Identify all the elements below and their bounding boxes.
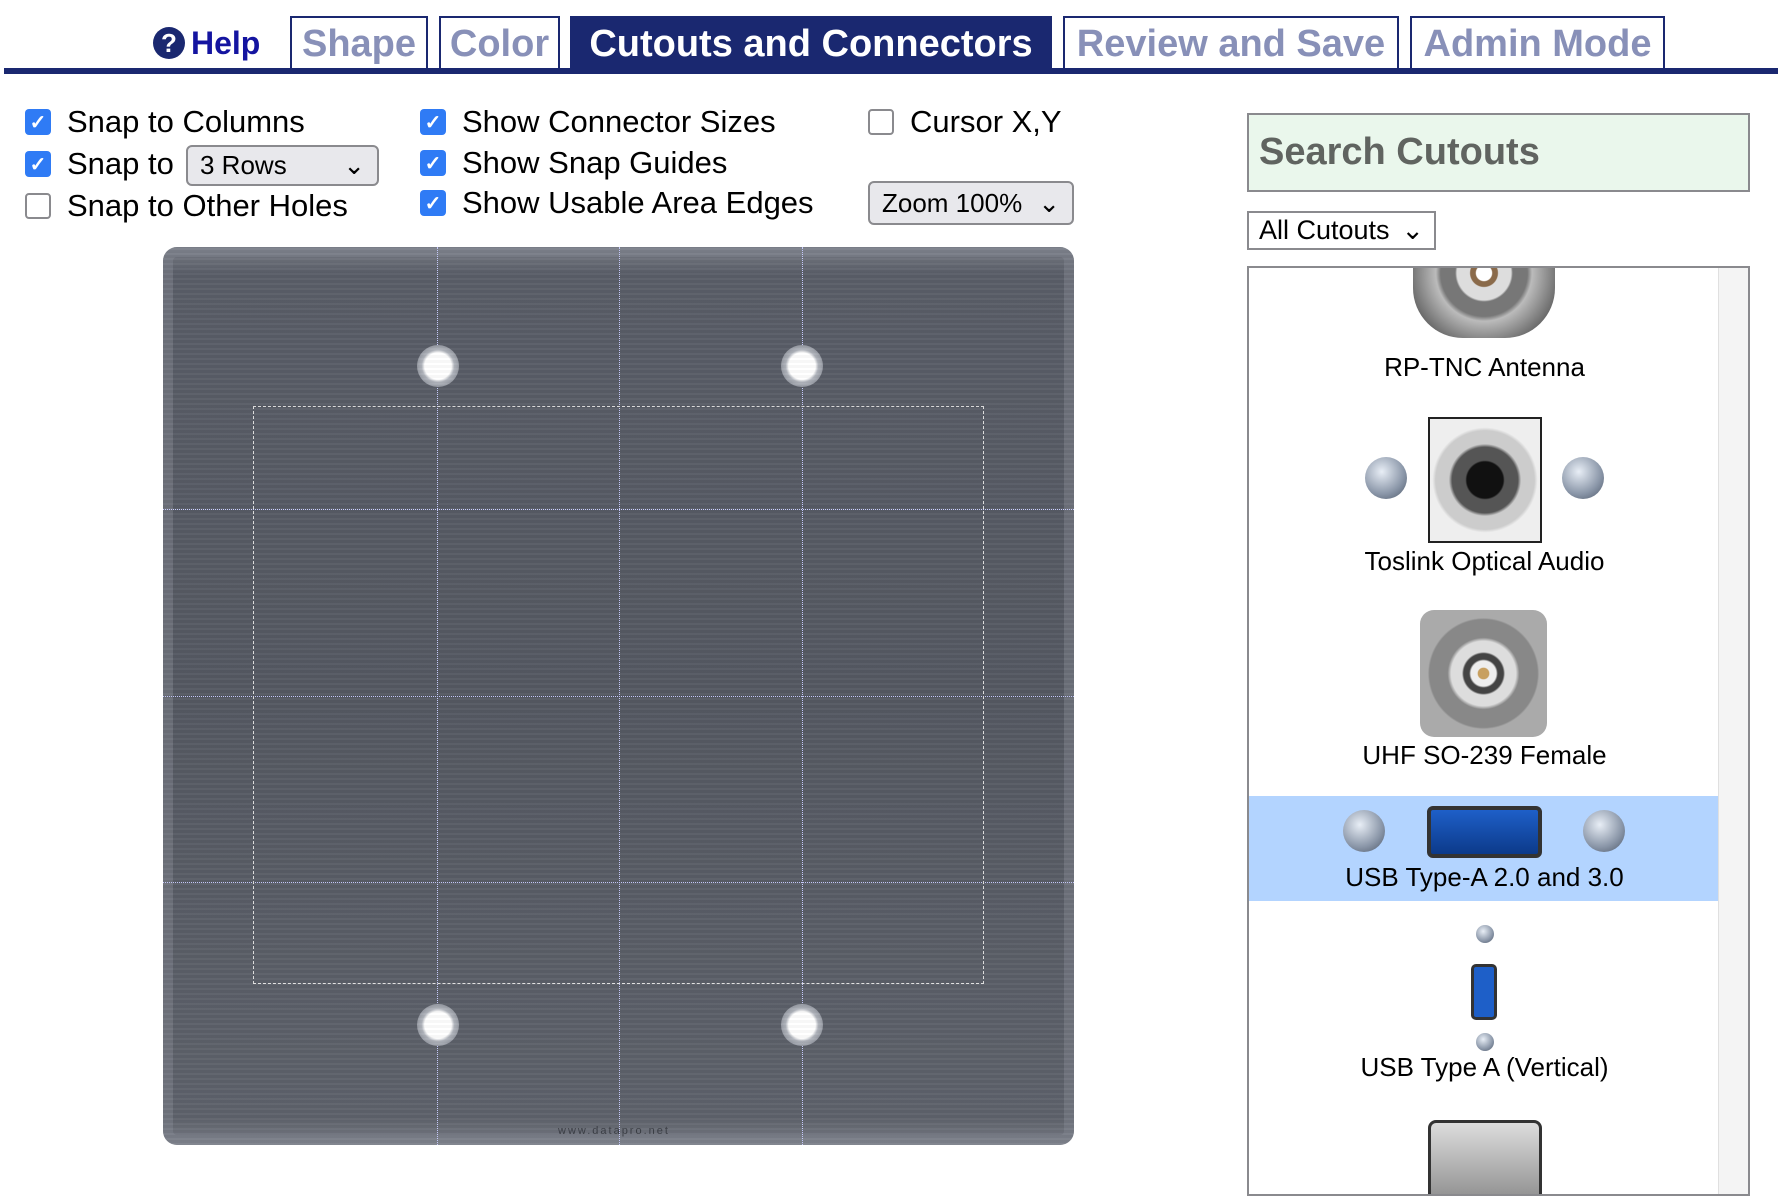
question-icon: ? (153, 27, 185, 59)
snap-to-checkbox[interactable]: ✓ Snap to (25, 144, 174, 184)
screw-hole (781, 345, 823, 387)
screw-icon (1365, 457, 1407, 499)
snap-guide-vertical (802, 247, 803, 1145)
tab-cutouts-and-connectors[interactable]: Cutouts and Connectors (570, 16, 1052, 70)
screw-icon (1562, 457, 1604, 499)
usable-area-edge (253, 406, 984, 984)
rp-tnc-connector-icon (1413, 268, 1555, 338)
list-item[interactable]: Toslink Optical Audio (1249, 417, 1720, 576)
zoom-select[interactable]: Zoom 100% ⌄ (868, 181, 1074, 225)
show-snap-guides-checkbox[interactable]: ✓ Show Snap Guides (420, 143, 727, 183)
tab-admin-mode[interactable]: Admin Mode (1410, 16, 1665, 70)
screw-hole (417, 1004, 459, 1046)
uhf-connector-icon (1420, 610, 1547, 737)
snap-other-holes-checkbox[interactable]: Snap to Other Holes (25, 186, 348, 226)
watermark: www.datapro.net (558, 1125, 670, 1137)
toslink-connector-icon (1428, 417, 1542, 543)
scrollbar[interactable] (1718, 268, 1748, 1194)
list-item[interactable]: USB Type A (Vertical) (1249, 918, 1720, 1082)
list-item-selected[interactable]: USB Type-A 2.0 and 3.0 (1249, 796, 1720, 901)
snap-guide-horizontal (163, 509, 1074, 510)
list-item[interactable]: RP-TNC Antenna (1249, 268, 1720, 388)
tab-review-and-save[interactable]: Review and Save (1063, 16, 1399, 70)
checkbox-unchecked-icon (25, 193, 51, 219)
screw-icon (1476, 1033, 1494, 1051)
tab-color[interactable]: Color (439, 16, 560, 70)
usb-a-vertical-icon (1471, 964, 1497, 1020)
chevron-down-icon: ⌄ (1038, 187, 1060, 218)
show-usable-area-edges-checkbox[interactable]: ✓ Show Usable Area Edges (420, 183, 814, 223)
chevron-down-icon: ⌄ (343, 150, 365, 180)
usb-a-connector-icon (1427, 806, 1542, 858)
tab-bar-divider (4, 68, 1778, 74)
usb-dual-connector-icon (1428, 1120, 1542, 1194)
help-link[interactable]: ? Help (153, 20, 260, 66)
snap-guide-horizontal (163, 882, 1074, 883)
list-item[interactable]: UHF SO-239 Female (1249, 610, 1720, 770)
snap-guide-horizontal (163, 696, 1074, 697)
snap-guide-vertical (437, 247, 438, 1145)
cursor-xy-checkbox[interactable]: Cursor X,Y (868, 102, 1062, 142)
search-cutouts-input[interactable]: Search Cutouts (1247, 113, 1750, 192)
snap-columns-checkbox[interactable]: ✓ Snap to Columns (25, 102, 305, 142)
tab-shape[interactable]: Shape (290, 16, 428, 70)
checkbox-unchecked-icon (868, 109, 894, 135)
show-connector-sizes-checkbox[interactable]: ✓ Show Connector Sizes (420, 102, 776, 142)
wall-plate-canvas[interactable]: www.datapro.net (163, 247, 1074, 1145)
screw-hole (417, 345, 459, 387)
snap-rows-select[interactable]: 3 Rows ⌄ (186, 145, 379, 186)
snap-guide-vertical (619, 247, 620, 1145)
checkbox-checked-icon: ✓ (420, 109, 446, 135)
chevron-down-icon: ⌄ (1401, 215, 1424, 245)
screw-icon (1583, 810, 1625, 852)
screw-hole (781, 1004, 823, 1046)
screw-icon (1343, 810, 1385, 852)
checkbox-checked-icon: ✓ (420, 190, 446, 216)
checkbox-checked-icon: ✓ (25, 109, 51, 135)
cutout-list[interactable]: RP-TNC Antenna Toslink Optical Audio UHF… (1247, 266, 1750, 1196)
cutout-filter-select[interactable]: All Cutouts ⌄ (1247, 211, 1436, 250)
checkbox-checked-icon: ✓ (25, 151, 51, 177)
checkbox-checked-icon: ✓ (420, 150, 446, 176)
screw-icon (1476, 925, 1494, 943)
